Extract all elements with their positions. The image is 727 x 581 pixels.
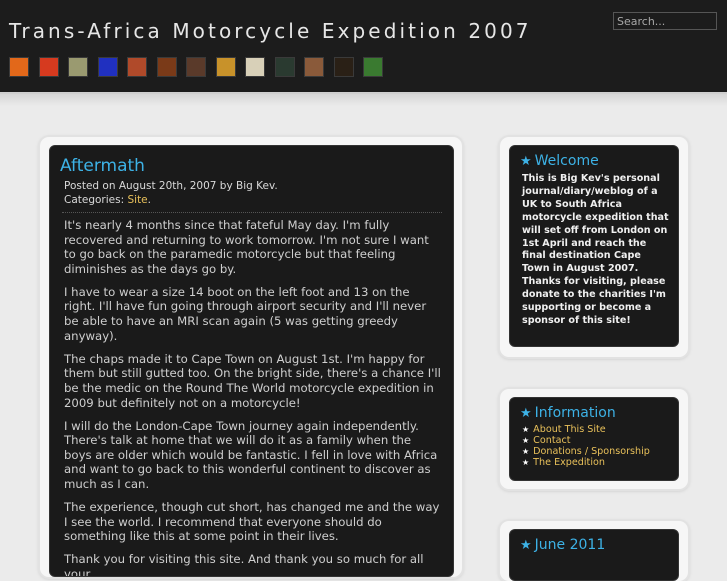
- welcome-container: ★ Welcome This is Big Kev's personal jour…: [509, 145, 679, 347]
- theme-swatch[interactable]: [333, 57, 354, 77]
- info-link-expedition[interactable]: ★ The Expedition: [522, 457, 650, 468]
- info-link-donations[interactable]: ★ Donations / Sponsorship: [522, 446, 650, 457]
- post-meta-posted: Posted on August 20th, 2007 by Big Kev.: [64, 180, 278, 192]
- theme-swatch[interactable]: [245, 57, 265, 77]
- star-icon: ★: [520, 154, 532, 169]
- header-shadow-strip: [0, 94, 727, 106]
- search-input[interactable]: [613, 12, 717, 30]
- theme-swatch[interactable]: [38, 57, 59, 77]
- star-icon: ★: [520, 538, 532, 553]
- welcome-heading: ★ Welcome: [520, 153, 599, 169]
- info-link-contact[interactable]: ★ Contact: [522, 435, 650, 446]
- archive-widget: ★ June 2011: [500, 521, 688, 581]
- information-heading: ★ Information: [520, 405, 616, 421]
- meta-divider: [62, 212, 442, 213]
- theme-swatch[interactable]: [363, 57, 383, 77]
- archive-heading[interactable]: ★ June 2011: [520, 537, 605, 553]
- site-title[interactable]: Trans-Africa Motorcycle Expedition 2007: [9, 19, 532, 43]
- post-paragraph: Thank you for visiting this site. And th…: [64, 552, 424, 577]
- theme-swatch[interactable]: [127, 57, 147, 77]
- post-meta-categories: Categories: Site.: [64, 194, 151, 206]
- bullet-star-icon: ★: [522, 425, 530, 434]
- theme-swatch[interactable]: [215, 57, 236, 77]
- theme-swatch[interactable]: [156, 57, 177, 77]
- bullet-star-icon: ★: [522, 436, 530, 445]
- bullet-star-icon: ★: [522, 447, 530, 456]
- categories-label: Categories:: [64, 194, 125, 206]
- theme-swatch[interactable]: [274, 57, 295, 77]
- post-panel: Aftermath Posted on August 20th, 2007 by…: [40, 137, 462, 577]
- post-paragraph: I have to wear a size 14 boot on the lef…: [64, 284, 427, 343]
- post-paragraph: The experience, though cut short, has ch…: [64, 500, 440, 544]
- theme-swatch[interactable]: [97, 57, 118, 77]
- information-container: ★ Information ★ About This Site ★ Contact ★…: [509, 397, 679, 481]
- theme-swatch[interactable]: [304, 57, 324, 77]
- archive-container: ★ June 2011: [509, 529, 679, 581]
- post-paragraph: The chaps made it to Cape Town on August…: [64, 351, 441, 410]
- category-link[interactable]: Site: [127, 194, 147, 206]
- post-title[interactable]: Aftermath: [60, 156, 145, 176]
- bullet-star-icon: ★: [522, 458, 530, 467]
- welcome-text: This is Big Kev's personal journal/diary…: [522, 173, 669, 326]
- post-paragraph: I will do the London-Cape Town journey a…: [64, 418, 438, 491]
- information-widget: ★ Information ★ About This Site ★ Contact ★…: [500, 389, 688, 489]
- post-content: It's nearly 4 months since that fateful …: [64, 218, 442, 577]
- post-paragraph: It's nearly 4 months since that fateful …: [64, 218, 429, 276]
- post-container: Aftermath Posted on August 20th, 2007 by…: [49, 145, 454, 577]
- theme-swatch[interactable]: [186, 57, 206, 77]
- star-icon: ★: [520, 406, 532, 421]
- info-link-about[interactable]: ★ About This Site: [522, 424, 650, 435]
- welcome-widget: ★ Welcome This is Big Kev's personal jour…: [500, 137, 688, 357]
- site-header: Trans-Africa Motorcycle Expedition 2007: [0, 0, 727, 94]
- information-links: ★ About This Site ★ Contact ★ Donations / S…: [522, 424, 650, 468]
- theme-swatch[interactable]: [68, 57, 88, 77]
- theme-swatch[interactable]: [9, 57, 29, 77]
